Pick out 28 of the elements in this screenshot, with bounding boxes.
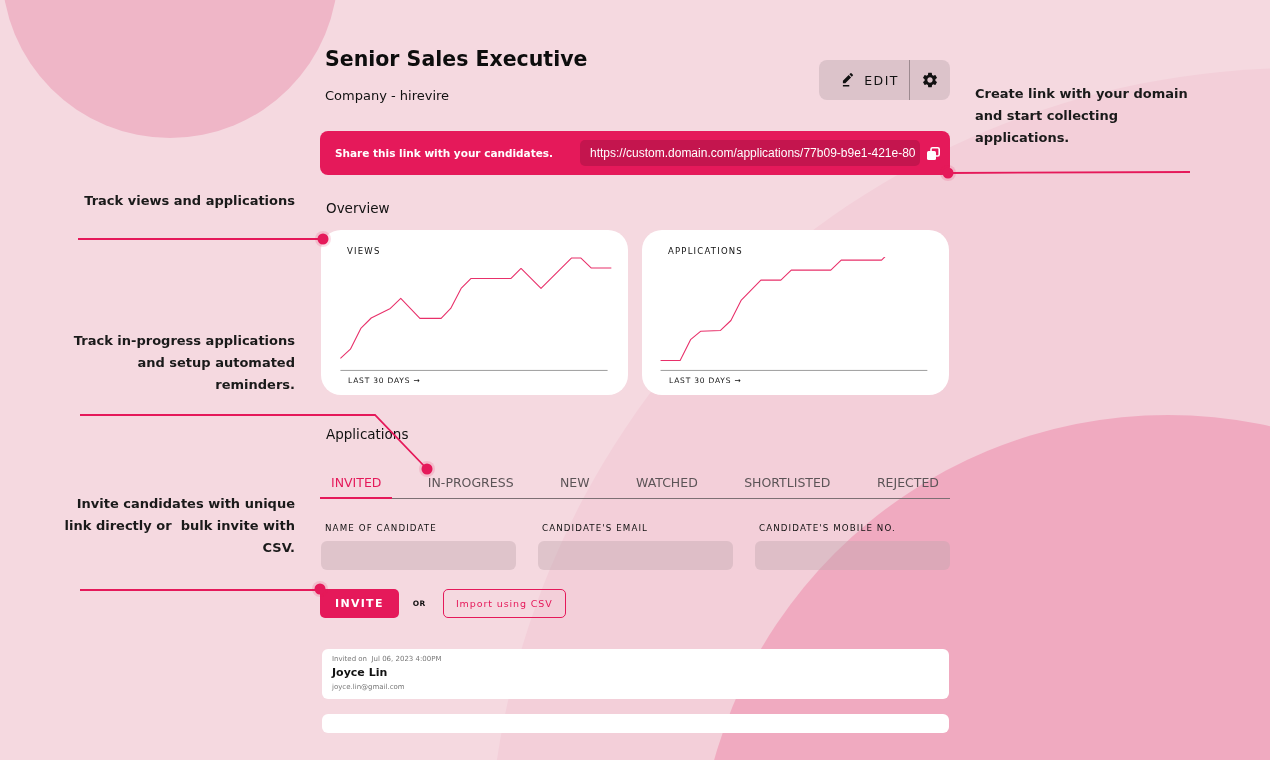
- job-title: Senior Sales Executive: [325, 46, 588, 73]
- callout-text: Invite candidates with unique link directly or bulk invite with CSV.: [64, 495, 295, 557]
- import-csv-button[interactable]: Import using CSV: [442, 589, 566, 618]
- field-label: CANDIDATE'S MOBILE NO.: [759, 522, 896, 535]
- settings-button[interactable]: [909, 60, 950, 100]
- callout-text: Create link with your domain and start collecting applications.: [975, 85, 1188, 147]
- invite-button[interactable]: INVITE: [320, 589, 399, 618]
- card-title: VIEWS: [347, 246, 381, 257]
- status-tab[interactable]: INVITED: [320, 472, 393, 499]
- share-label: Share this link with your candidates.: [335, 147, 555, 159]
- pencil-icon: [841, 73, 856, 87]
- callout-text: Track views and applications: [84, 192, 295, 210]
- field-label: NAME OF CANDIDATE: [325, 522, 437, 535]
- card-title: APPLICATIONS: [668, 246, 743, 257]
- copy-icon[interactable]: [927, 146, 940, 160]
- edit-button[interactable]: EDIT: [819, 60, 909, 100]
- status-tab[interactable]: NEW: [548, 472, 601, 499]
- section-heading: Overview: [326, 199, 391, 218]
- field-label: CANDIDATE'S EMAIL: [542, 522, 649, 535]
- settings-icon: [921, 71, 939, 89]
- status-tab[interactable]: IN-PROGRESS: [416, 472, 525, 499]
- status-tab[interactable]: WATCHED: [624, 472, 709, 499]
- status-tab[interactable]: REJECTED: [865, 472, 950, 499]
- candidate-name: Joyce Lin: [332, 665, 388, 681]
- company-name: Company - hirevire: [325, 87, 450, 105]
- status-tab[interactable]: SHORTLISTED: [733, 472, 842, 499]
- url-field[interactable]: https://custom.domain.com/applications/77b09-b9e1-421e-80: [580, 140, 920, 166]
- callout-text: Track in-progress applications and setup automated reminders.: [73, 332, 295, 394]
